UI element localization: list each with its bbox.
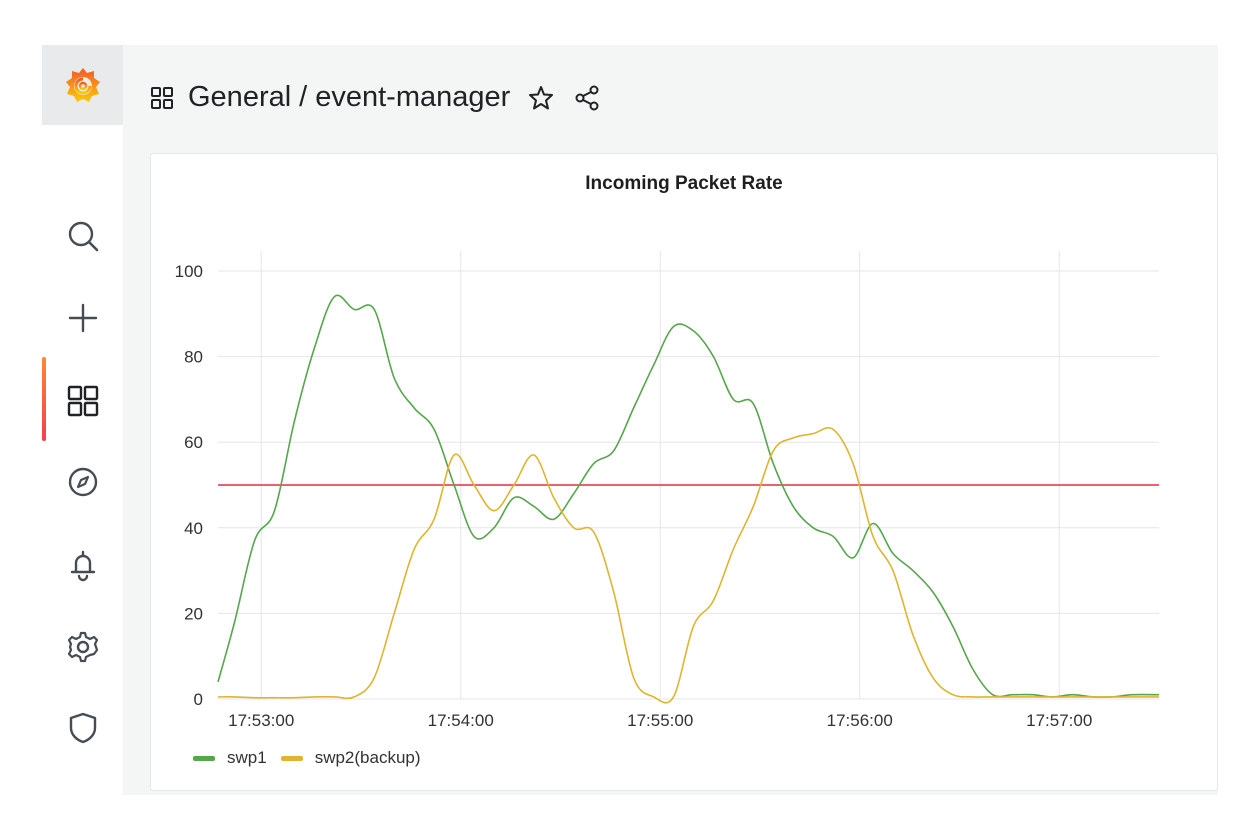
- breadcrumb: General / event-manager: [188, 81, 510, 114]
- breadcrumb-folder[interactable]: General: [188, 81, 291, 114]
- sidebar-item-create[interactable]: [42, 286, 123, 350]
- star-icon: [529, 85, 554, 109]
- breadcrumb-separator: /: [299, 81, 308, 113]
- plus-icon: [68, 303, 97, 333]
- legend-item-swp2[interactable]: swp2(backup): [280, 748, 421, 768]
- y-tick-label: 0: [194, 690, 203, 709]
- sidebar-item-dashboards[interactable]: [42, 369, 123, 433]
- shield-icon: [69, 712, 96, 744]
- legend: swp1 swp2(backup): [193, 748, 435, 768]
- sidebar-item-configuration[interactable]: [42, 615, 123, 679]
- grafana-logo-icon: [65, 68, 100, 102]
- share-button[interactable]: [572, 83, 602, 113]
- x-tick-label: 17:56:00: [827, 711, 893, 730]
- sidebar: [42, 45, 123, 795]
- share-icon: [575, 85, 599, 110]
- app-window: General / event-manager Incoming Packet …: [42, 45, 1218, 795]
- graph-panel[interactable]: Incoming Packet Rate 0 20 40 60 80 100 17:53:0…: [150, 153, 1218, 791]
- series-line-swp1: [217, 294, 1160, 698]
- bell-icon: [70, 550, 95, 582]
- dashboards-icon: [67, 385, 98, 417]
- sidebar-item-search[interactable]: [42, 204, 123, 268]
- y-tick-label: 20: [184, 604, 203, 623]
- legend-swatch-swp1: [193, 755, 215, 761]
- x-tick-label: 17:55:00: [627, 711, 693, 730]
- gear-icon: [67, 631, 98, 663]
- sidebar-item-server-admin[interactable]: [42, 696, 123, 760]
- legend-item-swp1[interactable]: swp1: [193, 748, 267, 768]
- y-tick-label: 100: [175, 262, 203, 281]
- y-tick-label: 40: [184, 519, 203, 538]
- legend-swatch-swp2: [280, 755, 303, 761]
- series-line-swp2: [217, 426, 1159, 704]
- packet-rate-chart: 0 20 40 60 80 100 17:53:00 17:54:00 17:55:00 17:5…: [175, 251, 1160, 730]
- compass-icon: [68, 467, 97, 497]
- y-tick-label: 60: [184, 433, 203, 452]
- sidebar-item-alerting[interactable]: [42, 533, 123, 597]
- x-tick-label: 17:54:00: [428, 711, 494, 730]
- dashboard-header: General / event-manager: [123, 45, 1218, 150]
- legend-label-swp2: swp2(backup): [314, 748, 421, 767]
- search-icon: [68, 221, 98, 252]
- sidebar-item-explore[interactable]: [42, 450, 123, 514]
- breadcrumb-dashboard[interactable]: event-manager: [315, 81, 510, 114]
- x-tick-label: 17:53:00: [228, 711, 294, 730]
- grafana-logo[interactable]: [42, 45, 123, 125]
- star-button[interactable]: [526, 83, 556, 113]
- x-tick-label: 17:57:00: [1026, 711, 1092, 730]
- y-tick-label: 80: [184, 348, 203, 367]
- legend-label-swp1: swp1: [227, 748, 267, 767]
- dashboards-icon: [151, 86, 173, 109]
